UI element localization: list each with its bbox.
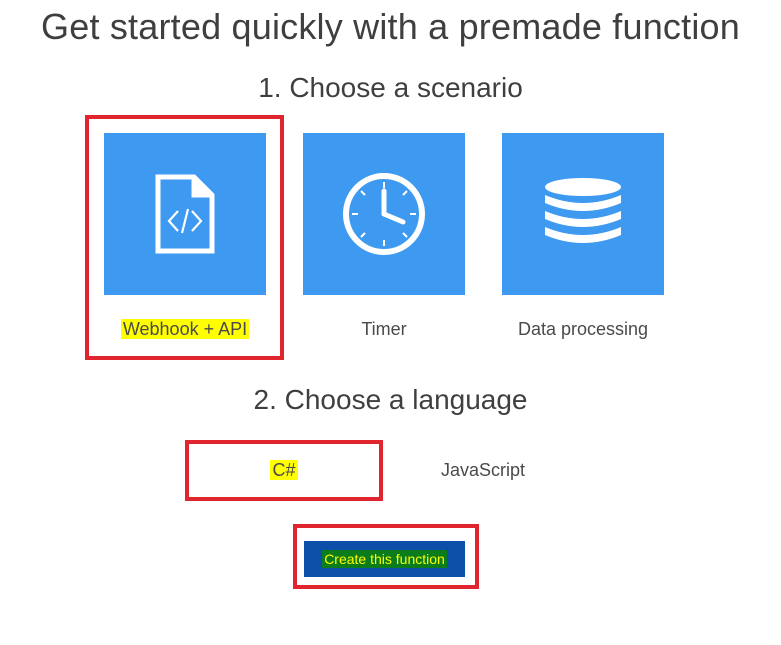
create-function-button-label: Create this function	[322, 550, 447, 568]
language-option-csharp-text: C#	[270, 460, 298, 480]
scenario-label-data-processing[interactable]: Data processing	[502, 319, 664, 340]
database-icon	[545, 178, 621, 243]
code-file-icon	[155, 174, 215, 254]
create-function-button[interactable]: Create this function	[304, 541, 465, 577]
language-option-javascript[interactable]: JavaScript	[410, 460, 556, 481]
clock-icon	[343, 173, 425, 255]
step-2-title: 2. Choose a language	[253, 384, 528, 415]
scenario-label-webhook[interactable]: Webhook + API	[104, 319, 266, 340]
page: Get started quickly with a premade funct…	[0, 0, 781, 645]
scenario-label-webhook-text: Webhook + API	[120, 319, 250, 339]
scenario-tile-timer[interactable]	[303, 133, 465, 295]
scenario-label-timer[interactable]: Timer	[303, 319, 465, 340]
language-option-csharp[interactable]: C#	[190, 460, 378, 481]
scenario-tile-data-processing[interactable]	[502, 133, 664, 295]
page-title: Get started quickly with a premade funct…	[41, 6, 740, 47]
scenario-tile-webhook[interactable]	[104, 133, 266, 295]
step-1-title: 1. Choose a scenario	[258, 72, 523, 103]
